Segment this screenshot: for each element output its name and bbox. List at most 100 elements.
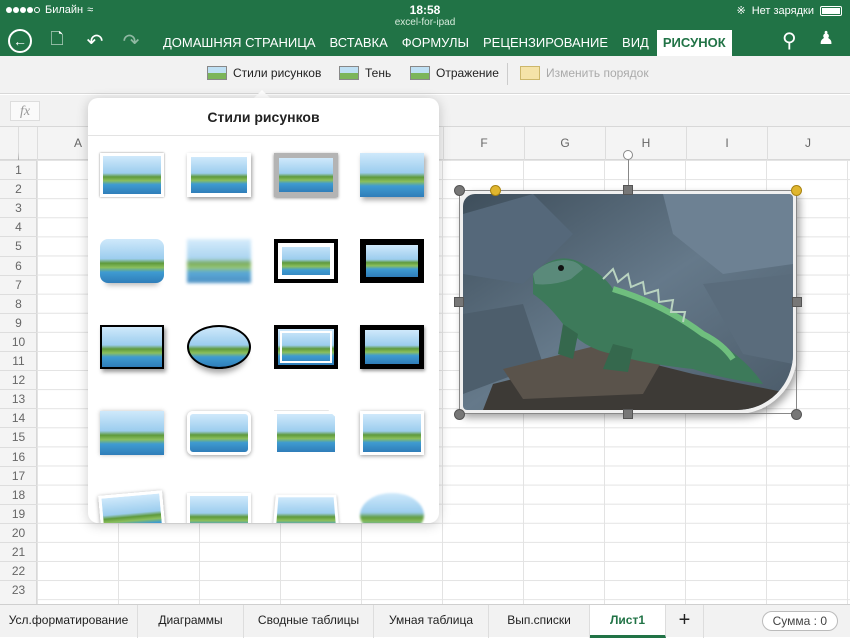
toolbar-divider (507, 63, 508, 85)
sheet-tab-dropdown-lists[interactable]: Вып.списки (489, 605, 590, 638)
adjust-handle-top-right[interactable] (791, 185, 802, 196)
picture-style-3[interactable] (270, 148, 342, 201)
picture-style-15[interactable] (270, 406, 342, 459)
bluetooth-icon: ※ (736, 5, 746, 17)
picture-style-7[interactable] (270, 234, 342, 287)
sheet-tab-sheet1[interactable]: Лист1 (590, 605, 666, 638)
style-preview-image (360, 324, 424, 369)
column-header-f[interactable]: F (443, 127, 524, 160)
row-header-20[interactable]: 20 (0, 522, 37, 542)
picture-style-1[interactable] (96, 148, 168, 201)
reflection-icon (410, 66, 430, 80)
column-header-i[interactable]: I (686, 127, 767, 160)
file-icon[interactable]: 🗋 (44, 28, 70, 54)
row-header-10[interactable]: 10 (0, 331, 37, 351)
sheet-tab-smart-table[interactable]: Умная таблица (374, 605, 489, 638)
tab-insert[interactable]: ВСТАВКА (324, 30, 394, 56)
resize-handle-bottom-right[interactable] (791, 409, 802, 420)
shadow-icon (339, 66, 359, 80)
resize-handle-bottom[interactable] (623, 409, 633, 419)
picture-style-5[interactable] (96, 234, 168, 287)
row-header-9[interactable]: 9 (0, 312, 37, 332)
tab-view[interactable]: ВИД (616, 30, 655, 56)
picture-styles-icon (207, 66, 227, 80)
resize-handle-top[interactable] (623, 185, 633, 195)
reorder-label: Изменить порядок (546, 66, 649, 80)
picture-style-8[interactable] (356, 234, 428, 287)
redo-icon[interactable]: ↷ (118, 28, 144, 54)
sum-status[interactable]: Сумма : 0 (761, 611, 838, 631)
row-header-8[interactable]: 8 (0, 293, 37, 313)
picture-style-6[interactable] (183, 234, 255, 287)
picture-style-9[interactable] (96, 320, 168, 373)
clock: 18:58 (409, 3, 441, 17)
iguana-picture[interactable] (459, 190, 797, 414)
search-icon[interactable]: ⚲ (782, 28, 797, 53)
row-header-7[interactable]: 7 (0, 274, 37, 294)
row-header-2[interactable]: 2 (0, 179, 37, 198)
row-header-16[interactable]: 16 (0, 446, 37, 466)
column-header-g[interactable]: G (524, 127, 605, 160)
row-header-3[interactable]: 3 (0, 198, 37, 217)
column-header-j[interactable]: J (767, 127, 848, 160)
add-sheet-button[interactable]: + (666, 605, 704, 638)
row-header-19[interactable]: 19 (0, 503, 37, 523)
picture-styles-button[interactable]: Стили рисунков (207, 66, 321, 80)
style-preview-image (274, 410, 338, 455)
resize-handle-bottom-left[interactable] (454, 409, 465, 420)
style-preview-image (100, 152, 164, 197)
row-header-18[interactable]: 18 (0, 484, 37, 504)
row-headers: 1 2 3 4 5 6 7 8 9 10 11 12 13 14 15 16 17 18 19 20 21 22 23 (0, 160, 37, 605)
picture-styles-popover: Стили рисунков (88, 98, 439, 523)
picture-style-10[interactable] (183, 320, 255, 373)
picture-style-13[interactable] (96, 406, 168, 459)
picture-style-20[interactable] (356, 488, 428, 523)
row-header-12[interactable]: 12 (0, 370, 37, 389)
reorder-button[interactable]: Изменить порядок (520, 66, 649, 80)
add-person-icon[interactable]: ♟ (818, 28, 834, 49)
resize-handle-top-left[interactable] (454, 185, 465, 196)
row-header-22[interactable]: 22 (0, 561, 37, 580)
picture-style-19[interactable] (270, 488, 342, 523)
row-header-11[interactable]: 11 (0, 351, 37, 370)
row-header-15[interactable]: 15 (0, 427, 37, 446)
sheet-tab-conditional-formatting[interactable]: Усл.форматирование (0, 605, 138, 638)
tab-picture[interactable]: РИСУНОК (656, 30, 732, 56)
sheet-tab-charts[interactable]: Диаграммы (138, 605, 244, 638)
row-header-23[interactable]: 23 (0, 580, 37, 599)
ribbon-tabs: ДОМАШНЯЯ СТРАНИЦА ВСТАВКА ФОРМУЛЫ РЕЦЕНЗ… (157, 30, 734, 56)
rotate-handle[interactable] (623, 150, 633, 160)
style-preview-image (360, 492, 424, 523)
row-header-17[interactable]: 17 (0, 465, 37, 485)
picture-style-16[interactable] (356, 406, 428, 459)
row-header-14[interactable]: 14 (0, 408, 37, 427)
picture-style-4[interactable] (356, 148, 428, 201)
style-preview-image (100, 324, 164, 369)
shadow-button[interactable]: Тень (339, 66, 391, 80)
picture-style-14[interactable] (183, 406, 255, 459)
row-header-5[interactable]: 5 (0, 236, 37, 255)
row-header-21[interactable]: 21 (0, 542, 37, 561)
tab-review[interactable]: РЕЦЕНЗИРОВАНИЕ (477, 30, 614, 56)
resize-handle-right[interactable] (792, 297, 802, 307)
undo-icon[interactable]: ↶ (82, 28, 108, 54)
adjust-handle-top-left[interactable] (490, 185, 501, 196)
back-icon[interactable]: ← (8, 29, 32, 53)
row-header-6[interactable]: 6 (0, 255, 37, 275)
style-preview-image (274, 238, 338, 283)
select-all-corner[interactable] (18, 127, 19, 160)
picture-style-2[interactable] (183, 148, 255, 201)
picture-style-18[interactable] (183, 488, 255, 523)
sheet-tab-pivot-tables[interactable]: Сводные таблицы (244, 605, 374, 638)
picture-style-12[interactable] (356, 320, 428, 373)
row-header-1[interactable]: 1 (0, 160, 37, 179)
tab-formulas[interactable]: ФОРМУЛЫ (396, 30, 475, 56)
column-header-h[interactable]: H (605, 127, 686, 160)
resize-handle-left[interactable] (454, 297, 464, 307)
row-header-13[interactable]: 13 (0, 389, 37, 408)
picture-style-17[interactable] (96, 488, 168, 523)
picture-style-11[interactable] (270, 320, 342, 373)
tab-home[interactable]: ДОМАШНЯЯ СТРАНИЦА (157, 30, 322, 56)
row-header-4[interactable]: 4 (0, 217, 37, 236)
reflection-button[interactable]: Отражение (410, 66, 499, 80)
